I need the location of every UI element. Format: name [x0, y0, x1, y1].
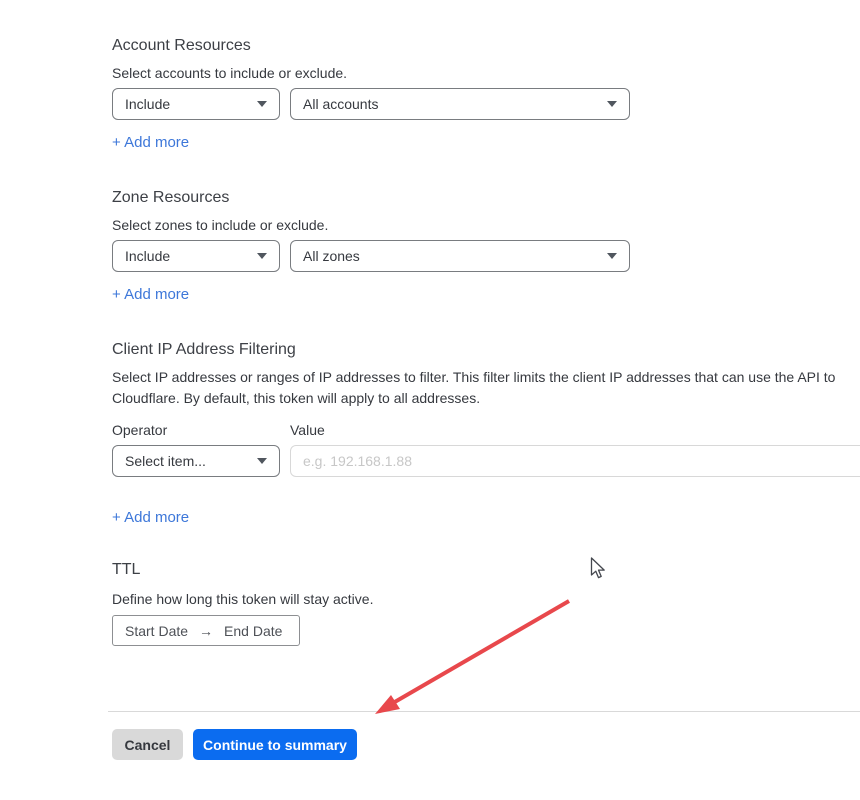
client-ip-filtering-section: Client IP Address Filtering Select IP ad… [112, 340, 860, 527]
footer-divider [108, 711, 860, 712]
client-ip-description-line1: Select IP addresses or ranges of IP addr… [112, 368, 860, 386]
account-resources-title: Account Resources [112, 36, 630, 56]
chevron-down-icon [257, 101, 267, 107]
account-include-select-value: Include [125, 96, 170, 112]
chevron-down-icon [607, 101, 617, 107]
chevron-down-icon [257, 458, 267, 464]
value-label: Value [290, 422, 325, 439]
ip-operator-select-value: Select item... [125, 453, 206, 469]
zone-include-select-value: Include [125, 248, 170, 264]
zone-scope-select[interactable]: All zones [290, 240, 630, 272]
end-date-label: End Date [224, 623, 282, 639]
chevron-down-icon [607, 253, 617, 259]
account-scope-select[interactable]: All accounts [290, 88, 630, 120]
account-include-select[interactable]: Include [112, 88, 280, 120]
account-resources-row: Include All accounts [112, 88, 630, 120]
mouse-cursor-icon [590, 557, 607, 580]
client-ip-add-more-link[interactable]: + Add more [112, 509, 189, 527]
ttl-date-range-button[interactable]: Start Date → End Date [112, 615, 300, 646]
operator-label: Operator [112, 422, 290, 439]
start-date-label: Start Date [125, 623, 188, 639]
zone-add-more-link[interactable]: + Add more [112, 286, 189, 304]
zone-resources-title: Zone Resources [112, 188, 630, 208]
client-ip-field-labels: Operator Value [112, 422, 860, 439]
client-ip-filtering-title: Client IP Address Filtering [112, 340, 860, 360]
account-resources-section: Account Resources Select accounts to inc… [112, 36, 630, 152]
ttl-title: TTL [112, 560, 373, 580]
ip-operator-select[interactable]: Select item... [112, 445, 280, 477]
client-ip-controls-row: Select item... [112, 445, 860, 477]
right-arrow-icon: → [199, 623, 213, 639]
zone-resources-description: Select zones to include or exclude. [112, 216, 630, 234]
client-ip-description-line2: Cloudflare. By default, this token will … [112, 389, 860, 407]
account-scope-select-value: All accounts [303, 96, 378, 112]
zone-include-select[interactable]: Include [112, 240, 280, 272]
continue-to-summary-button[interactable]: Continue to summary [193, 729, 357, 760]
account-resources-description: Select accounts to include or exclude. [112, 64, 630, 82]
account-add-more-link[interactable]: + Add more [112, 134, 189, 152]
chevron-down-icon [257, 253, 267, 259]
ttl-description: Define how long this token will stay act… [112, 590, 373, 608]
zone-resources-row: Include All zones [112, 240, 630, 272]
ttl-section: TTL Define how long this token will stay… [112, 560, 373, 646]
ip-value-input[interactable] [290, 445, 860, 477]
cancel-button[interactable]: Cancel [112, 729, 183, 760]
zone-scope-select-value: All zones [303, 248, 360, 264]
zone-resources-section: Zone Resources Select zones to include o… [112, 188, 630, 304]
